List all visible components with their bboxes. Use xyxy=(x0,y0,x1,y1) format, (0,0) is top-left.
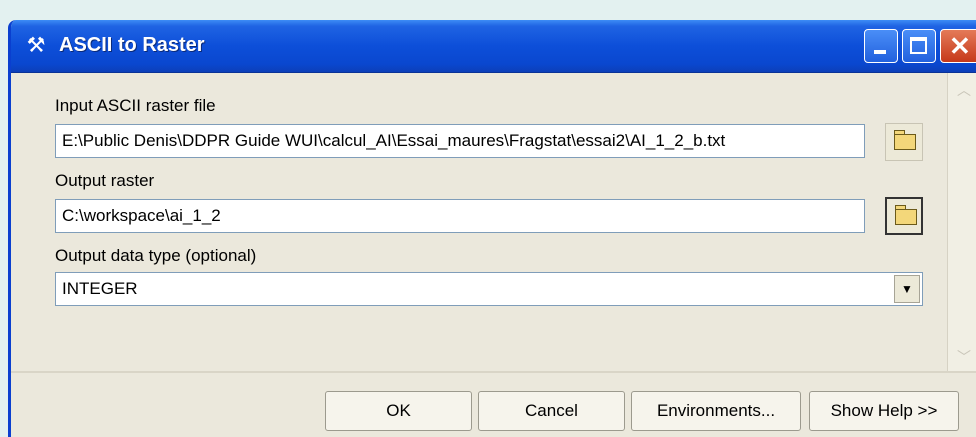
close-button[interactable]: ✕ xyxy=(940,29,976,63)
tool-parameters-panel: Input ASCII raster file E:\Public Denis\… xyxy=(11,73,947,371)
input-raster-field[interactable]: E:\Public Denis\DDPR Guide WUI\calcul_AI… xyxy=(55,124,865,158)
input-raster-label: Input ASCII raster file xyxy=(55,96,216,115)
title-bar[interactable]: ⚒ ASCII to Raster ✕ xyxy=(11,20,976,73)
show-help-button[interactable]: Show Help >> xyxy=(809,391,959,431)
browse-input-button[interactable] xyxy=(885,123,923,161)
maximize-button[interactable] xyxy=(902,29,936,63)
minimize-button[interactable] xyxy=(864,29,898,63)
browse-output-button[interactable] xyxy=(885,197,923,235)
output-raster-field[interactable]: C:\workspace\ai_1_2 xyxy=(55,199,865,233)
cancel-button[interactable]: Cancel xyxy=(478,391,625,431)
ascii-to-raster-dialog: ⚒ ASCII to Raster ✕ Input ASCII raster f… xyxy=(8,20,976,437)
scroll-down-icon[interactable]: ﹀ xyxy=(954,348,974,366)
minimize-icon xyxy=(874,50,886,54)
hammer-icon: ⚒ xyxy=(26,34,46,57)
output-datatype-select[interactable]: INTEGER ▼ xyxy=(55,272,923,306)
output-datatype-value: INTEGER xyxy=(62,279,138,298)
vertical-scrollbar[interactable]: ︿ ﹀ xyxy=(947,73,976,371)
environments-button[interactable]: Environments... xyxy=(631,391,801,431)
ok-button[interactable]: OK xyxy=(325,391,472,431)
dialog-footer: OK Cancel Environments... Show Help >> xyxy=(11,373,976,437)
scroll-up-icon[interactable]: ︿ xyxy=(954,81,974,99)
output-datatype-label: Output data type (optional) xyxy=(55,246,257,265)
chevron-down-icon[interactable]: ▼ xyxy=(894,275,920,303)
output-raster-label: Output raster xyxy=(55,171,155,190)
close-icon: ✕ xyxy=(949,31,971,61)
maximize-icon xyxy=(910,37,927,54)
window-title: ASCII to Raster xyxy=(59,34,205,56)
